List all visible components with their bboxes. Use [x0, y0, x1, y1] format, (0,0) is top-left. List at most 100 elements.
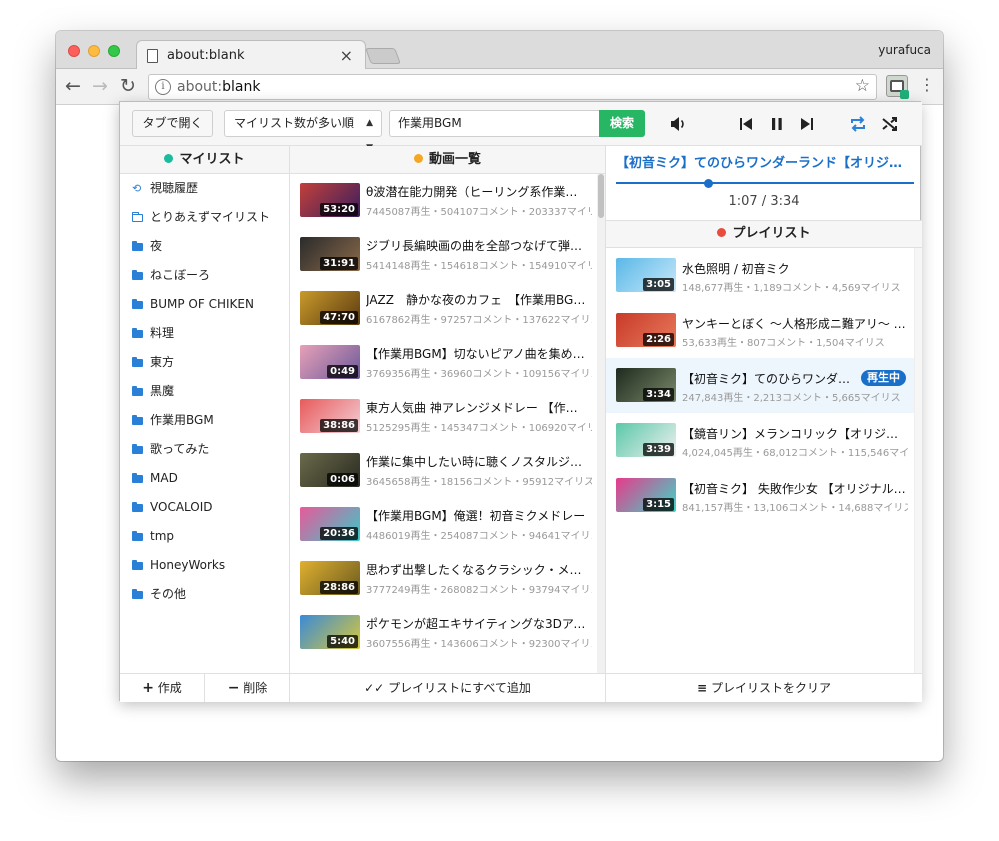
video-thumbnail[interactable]: 0:49	[300, 345, 360, 379]
pause-icon[interactable]	[768, 114, 786, 134]
mylist-item[interactable]: tmp	[120, 522, 290, 551]
playlist-item[interactable]: 3:15 【初音ミク】 失敗作少女 【オリジナル曲】 841,157再生・13,10…	[606, 468, 914, 523]
video-item[interactable]: 20:36 【作業用BGM】俺選！初音ミクメドレー 4486019再生・254087…	[290, 498, 598, 552]
duration-badge: 47:70	[320, 311, 358, 324]
tab-bar: about:blank × yurafuca	[56, 31, 943, 70]
video-thumbnail[interactable]: 3:05	[616, 258, 676, 292]
video-thumbnail[interactable]: 28:86	[300, 561, 360, 595]
playlist-scrollbar[interactable]	[914, 248, 922, 673]
video-thumbnail[interactable]: 2:26	[616, 313, 676, 347]
mylist-item[interactable]: とりあえずマイリスト	[120, 203, 290, 232]
new-tab-button[interactable]	[365, 48, 401, 64]
mylist-item[interactable]: 夜	[120, 232, 290, 261]
playlist-item-title[interactable]: 【鏡音リン】メランコリック【オリジナル】	[682, 425, 906, 442]
mylist-item[interactable]: その他	[120, 580, 290, 609]
search-button[interactable]: 検索	[599, 110, 645, 137]
open-in-tab-button[interactable]: タブで開く	[132, 110, 213, 137]
mylist-item-label: HoneyWorks	[150, 558, 226, 572]
profile-name[interactable]: yurafuca	[878, 43, 931, 57]
mylist-item[interactable]: BUMP OF CHIKEN	[120, 290, 290, 319]
address-bar[interactable]: i about:blank ☆	[148, 74, 877, 100]
video-thumbnail[interactable]: 5:40	[300, 615, 360, 649]
sort-select[interactable]: マイリスト数が多い順 ▲▼	[224, 110, 382, 153]
info-icon[interactable]: i	[155, 79, 171, 95]
video-thumbnail[interactable]: 53:20	[300, 183, 360, 217]
duration-badge: 3:39	[643, 443, 674, 456]
folder-icon	[132, 502, 143, 512]
shuffle-icon[interactable]	[880, 114, 900, 134]
playlist-item[interactable]: 2:26 ヤンキーとぼく 〜人格形成ニ難アリ〜 feat.GUMI 53,633再生…	[606, 303, 914, 358]
previous-track-icon[interactable]	[737, 114, 755, 134]
video-thumbnail[interactable]: 31:91	[300, 237, 360, 271]
mylist-item[interactable]: 歌ってみた	[120, 435, 290, 464]
video-item[interactable]: 0:49 【作業用BGM】切ないピアノ曲を集めてみた 3769356再生・36960…	[290, 336, 598, 390]
volume-icon[interactable]	[668, 114, 688, 134]
playlist-item[interactable]: 3:39 【鏡音リン】メランコリック【オリジナル】 4,024,045再生・68,0…	[606, 413, 914, 468]
mylist-item[interactable]: 料理	[120, 319, 290, 348]
clear-playlist-button[interactable]: ≡ プレイリストをクリア	[606, 673, 922, 702]
repeat-icon[interactable]	[848, 114, 868, 134]
playlist-item-playing[interactable]: 3:34 【初音ミク】てのひらワンダーランド 247,843再生・2,213コメント…	[606, 358, 914, 413]
video-title[interactable]: 作業に集中したい時に聴くノスタルジックBGM	[366, 453, 588, 470]
url-text[interactable]: about:blank	[177, 79, 260, 95]
video-title[interactable]: 東方人気曲 神アレンジメドレー 【作業用BGM】	[366, 399, 588, 416]
video-title[interactable]: 【作業用BGM】俺選！初音ミクメドレー	[366, 507, 588, 524]
delete-mylist-button[interactable]: − 削除	[205, 674, 290, 702]
mylist-item[interactable]: ⟲ 視聴履歴	[120, 174, 290, 203]
mylist-item-label: BUMP OF CHIKEN	[150, 297, 254, 311]
mylist-item[interactable]: MAD	[120, 464, 290, 493]
playlist-item-title[interactable]: 【初音ミク】 失敗作少女 【オリジナル曲】	[682, 480, 906, 497]
player-column: 【初音ミク】てのひらワンダーランド【オリジナル曲】 1:07 / 3:34 プレ…	[606, 146, 922, 702]
scrollbar-thumb[interactable]	[598, 174, 604, 218]
create-mylist-button[interactable]: + 作成	[120, 674, 205, 702]
now-playing-title[interactable]: 【初音ミク】てのひらワンダーランド【オリジナル曲】	[616, 152, 914, 171]
maximize-window-button[interactable]	[108, 45, 120, 57]
video-title[interactable]: 【作業用BGM】切ないピアノ曲を集めてみた	[366, 345, 588, 362]
video-thumbnail[interactable]: 3:34	[616, 368, 676, 402]
next-track-icon[interactable]	[798, 114, 816, 134]
video-thumbnail[interactable]: 3:15	[616, 478, 676, 512]
reload-icon[interactable]: ↻	[120, 75, 136, 97]
progress-bar[interactable]	[616, 182, 914, 184]
video-title[interactable]: θ波潜在能力開発（ヒーリング系作業用BGM）	[366, 183, 588, 200]
mylist-item[interactable]: VOCALOID	[120, 493, 290, 522]
video-item[interactable]: 28:86 思わず出撃したくなるクラシック・メドレー 3777249再生・26808…	[290, 552, 598, 606]
add-all-to-playlist-button[interactable]: ✓✓ プレイリストにすべて追加	[290, 673, 605, 702]
video-item[interactable]: 38:86 東方人気曲 神アレンジメドレー 【作業用BGM】 5125295再生・1…	[290, 390, 598, 444]
progress-knob[interactable]	[704, 179, 714, 188]
video-item[interactable]: 53:20 θ波潜在能力開発（ヒーリング系作業用BGM） 7445087再生・504…	[290, 174, 598, 228]
mylist-item[interactable]: HoneyWorks	[120, 551, 290, 580]
browser-tab[interactable]: about:blank ×	[136, 40, 366, 70]
playlist-item[interactable]: 3:05 水色照明 / 初音ミク 148,677再生・1,189コメント・4,569…	[606, 248, 914, 303]
playlist-item-title[interactable]: 【初音ミク】てのひらワンダーランド	[682, 370, 856, 387]
browser-menu-icon[interactable]: ⋮	[919, 75, 935, 94]
search-input[interactable]: 作業用BGM	[389, 110, 599, 137]
video-thumbnail[interactable]: 20:36	[300, 507, 360, 541]
video-title[interactable]: 思わず出撃したくなるクラシック・メドレー	[366, 561, 588, 578]
video-item[interactable]: 5:40 ポケモンが超エキサイティングな3Dアクション 3607556再生・1436…	[290, 606, 598, 660]
mylist-item[interactable]: 作業用BGM	[120, 406, 290, 435]
video-item[interactable]: 47:70 JAZZ 静かな夜のカフェ 【作業用BGM】 6167862再生・972…	[290, 282, 598, 336]
minimize-window-button[interactable]	[88, 45, 100, 57]
video-title[interactable]: ジブリ長編映画の曲を全部つなげて弾いてみた	[366, 237, 588, 254]
mylist-item[interactable]: 黒魔	[120, 377, 290, 406]
video-item[interactable]: 31:91 ジブリ長編映画の曲を全部つなげて弾いてみた 5414148再生・1546…	[290, 228, 598, 282]
mylist-item[interactable]: ねこぼーろ	[120, 261, 290, 290]
video-list-scrollbar[interactable]	[597, 174, 605, 673]
video-title[interactable]: JAZZ 静かな夜のカフェ 【作業用BGM】	[366, 291, 588, 308]
playlist-item-title[interactable]: ヤンキーとぼく 〜人格形成ニ難アリ〜 feat.GUMI	[682, 315, 906, 332]
back-icon[interactable]: ←	[65, 75, 81, 97]
video-item[interactable]: 0:06 作業に集中したい時に聴くノスタルジックBGM 3645658再生・1815…	[290, 444, 598, 498]
video-title[interactable]: ポケモンが超エキサイティングな3Dアクション	[366, 615, 588, 632]
video-thumbnail[interactable]: 38:86	[300, 399, 360, 433]
video-thumbnail[interactable]: 3:39	[616, 423, 676, 457]
playlist-item-title[interactable]: 水色照明 / 初音ミク	[682, 260, 906, 277]
forward-icon[interactable]: →	[92, 75, 108, 97]
extension-tv-icon[interactable]	[886, 75, 909, 99]
close-window-button[interactable]	[68, 45, 80, 57]
video-thumbnail[interactable]: 47:70	[300, 291, 360, 325]
bookmark-star-icon[interactable]: ☆	[855, 76, 870, 96]
video-thumbnail[interactable]: 0:06	[300, 453, 360, 487]
mylist-item[interactable]: 東方	[120, 348, 290, 377]
tab-close-icon[interactable]: ×	[340, 46, 353, 65]
